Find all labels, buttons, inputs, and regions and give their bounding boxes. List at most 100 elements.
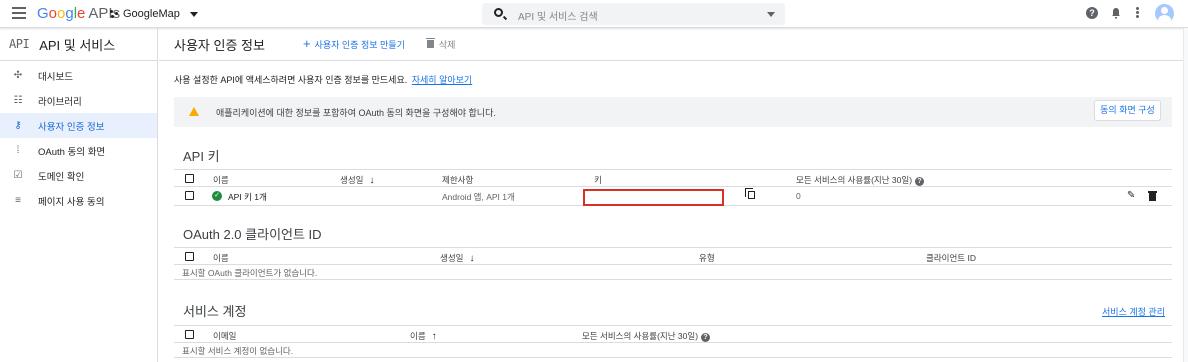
search-bar[interactable]: API 및 서비스 검색 <box>482 3 785 25</box>
service-accounts-title: 서비스 계정 <box>183 304 247 319</box>
plus-icon: + <box>302 36 311 51</box>
sidebar-title: API 및 서비스 <box>39 37 116 53</box>
oauth-warning-banner: 애플리케이션에 대한 정보를 포함하여 OAuth 동의 화면을 구성해야 합니… <box>174 97 1172 127</box>
sidebar-header: API API 및 서비스 <box>0 28 157 61</box>
select-all-checkbox[interactable] <box>185 330 194 339</box>
arrow-down-icon: ↓ <box>469 253 475 264</box>
help-icon[interactable]: ? <box>1086 7 1098 19</box>
manage-service-accounts-link[interactable]: 서비스 계정 관리 <box>1102 305 1165 318</box>
logo-letter: o <box>48 5 58 22</box>
menu-icon[interactable] <box>12 7 26 19</box>
select-all-checkbox[interactable] <box>185 174 194 183</box>
column-created-label: 생성일 <box>340 175 364 185</box>
copy-icon[interactable] <box>745 188 755 199</box>
column-name[interactable]: 이름 ↑ <box>410 330 437 342</box>
learn-more-link[interactable]: 자세히 알아보기 <box>412 75 472 85</box>
column-email[interactable]: 이메일 <box>213 330 236 342</box>
column-name[interactable]: 이름 <box>213 252 229 264</box>
column-restrictions[interactable]: 제한사항 <box>442 174 473 186</box>
select-all-checkbox[interactable] <box>185 252 194 261</box>
api-key-value[interactable] <box>583 189 724 206</box>
column-usage-label: 모든 서비스의 사용률(지난 30일) <box>582 331 699 341</box>
edit-icon[interactable]: ✎ <box>1127 190 1135 201</box>
check-circle-icon: ✓ <box>212 191 222 201</box>
search-dropdown-icon[interactable] <box>767 12 775 17</box>
oauth-table-header: 이름 생성일 ↓ 유형 클라이언트 ID <box>174 247 1172 265</box>
logo-letter: G <box>37 5 49 22</box>
sidebar-item-label: 대시보드 <box>38 71 73 83</box>
intro-message: 사용 설정한 API에 액세스하려면 사용자 인증 정보를 만드세요. <box>174 75 408 85</box>
delete-label: 삭제 <box>438 39 456 50</box>
sidebar-item-library[interactable]: ☷ 라이브러리 <box>0 88 157 113</box>
intro-text: 사용 설정한 API에 액세스하려면 사용자 인증 정보를 만드세요. 자세히 … <box>174 73 472 86</box>
domain-verify-icon: ☑ <box>13 169 23 181</box>
column-created-label: 생성일 <box>440 253 464 263</box>
configure-consent-screen-button[interactable]: 동의 화면 구성 <box>1094 100 1161 121</box>
oauth-consent-icon: ⁞ <box>16 144 20 156</box>
column-type[interactable]: 유형 <box>699 252 715 264</box>
chevron-down-icon <box>189 11 198 17</box>
column-created[interactable]: 생성일 ↓ <box>440 252 474 264</box>
oauth-empty-message: 표시할 OAuth 클라이언트가 없습니다. <box>174 265 1172 280</box>
column-client-id[interactable]: 클라이언트 ID <box>926 252 976 264</box>
api-keys-table-header: 이름 생성일 ↓ 제한사항 키 모든 서비스의 사용률(지난 30일)? <box>174 169 1172 187</box>
sidebar: API API 및 서비스 ✣ 대시보드 ☷ 라이브러리 ⚷ 사용자 인증 정보… <box>0 28 158 362</box>
sidebar-item-label: 사용자 인증 정보 <box>38 121 105 133</box>
sidebar-item-label: 라이브러리 <box>38 96 82 108</box>
column-usage[interactable]: 모든 서비스의 사용률(지난 30일)? <box>796 174 925 186</box>
library-icon: ☷ <box>13 94 23 106</box>
delete-icon[interactable] <box>1148 191 1157 201</box>
sidebar-item-page-consent[interactable]: ≡ 페이지 사용 동의 <box>0 188 157 213</box>
column-usage-label: 모든 서비스의 사용률(지난 30일) <box>796 175 913 185</box>
sidebar-item-label: 도메인 확인 <box>38 171 85 183</box>
help-icon[interactable]: ? <box>915 177 925 186</box>
arrow-up-icon: ↑ <box>431 331 437 342</box>
sidebar-item-dashboard[interactable]: ✣ 대시보드 <box>0 63 157 88</box>
api-key-restrictions: Android 앱, API 1개 <box>442 192 515 202</box>
more-vert-icon[interactable] <box>1136 7 1140 19</box>
service-accounts-table-header: 이메일 이름 ↑ 모든 서비스의 사용률(지난 30일)? <box>174 325 1172 343</box>
logo-letter: g <box>65 5 74 22</box>
sidebar-nav: ✣ 대시보드 ☷ 라이브러리 ⚷ 사용자 인증 정보 ⁞ OAuth 동의 화면… <box>0 63 157 213</box>
table-row[interactable]: ✓ API 키 1개 Android 앱, API 1개 0 ✎ <box>174 187 1172 206</box>
column-name-label: 이름 <box>410 331 426 341</box>
oauth-title: OAuth 2.0 클라이언트 ID <box>183 227 322 242</box>
search-icon <box>494 8 503 17</box>
page-title: 사용자 인증 정보 <box>174 37 265 53</box>
delete-button[interactable]: 삭제 <box>425 38 456 51</box>
sidebar-item-label: OAuth 동의 화면 <box>38 146 106 158</box>
project-icon <box>110 9 119 19</box>
logo-letter: e <box>77 5 86 22</box>
column-key[interactable]: 키 <box>594 174 602 186</box>
main-content: 사용자 인증 정보 + 사용자 인증 정보 만들기 삭제 사용 설정한 API에… <box>159 28 1188 362</box>
api-logo-icon: API <box>9 37 30 51</box>
column-name[interactable]: 이름 <box>213 174 229 186</box>
page-consent-icon: ≡ <box>15 194 21 206</box>
search-input[interactable]: API 및 서비스 검색 <box>518 8 598 23</box>
help-icon[interactable]: ? <box>701 333 711 342</box>
notifications-icon[interactable] <box>1110 7 1122 19</box>
row-checkbox[interactable] <box>185 191 194 200</box>
create-credentials-label: 사용자 인증 정보 만들기 <box>314 39 405 50</box>
sidebar-item-oauth-consent[interactable]: ⁞ OAuth 동의 화면 <box>0 138 157 163</box>
scrollbar[interactable] <box>1183 28 1188 362</box>
trash-icon <box>425 38 435 48</box>
arrow-down-icon: ↓ <box>369 175 375 186</box>
top-app-bar: Google APIs GoogleMap API 및 서비스 검색 ? <box>0 0 1188 28</box>
page-header: 사용자 인증 정보 + 사용자 인증 정보 만들기 삭제 <box>159 28 1188 61</box>
banner-message: 애플리케이션에 대한 정보를 포함하여 OAuth 동의 화면을 구성해야 합니… <box>216 108 496 118</box>
api-key-name[interactable]: API 키 1개 <box>228 191 267 203</box>
create-credentials-button[interactable]: + 사용자 인증 정보 만들기 <box>302 36 405 51</box>
project-selector[interactable]: GoogleMap <box>110 8 198 20</box>
api-key-usage: 0 <box>796 191 801 201</box>
avatar[interactable] <box>1155 4 1174 23</box>
service-accounts-empty-message: 표시할 서비스 계정이 없습니다. <box>174 343 1172 358</box>
sidebar-item-label: 페이지 사용 동의 <box>38 196 105 208</box>
sidebar-item-domain-verification[interactable]: ☑ 도메인 확인 <box>0 163 157 188</box>
google-apis-logo[interactable]: Google APIs <box>37 5 120 22</box>
dashboard-icon: ✣ <box>13 69 23 81</box>
sidebar-item-credentials[interactable]: ⚷ 사용자 인증 정보 <box>0 113 157 138</box>
column-created[interactable]: 생성일 ↓ <box>340 174 374 186</box>
warning-icon <box>189 107 199 116</box>
column-usage[interactable]: 모든 서비스의 사용률(지난 30일)? <box>582 330 711 342</box>
